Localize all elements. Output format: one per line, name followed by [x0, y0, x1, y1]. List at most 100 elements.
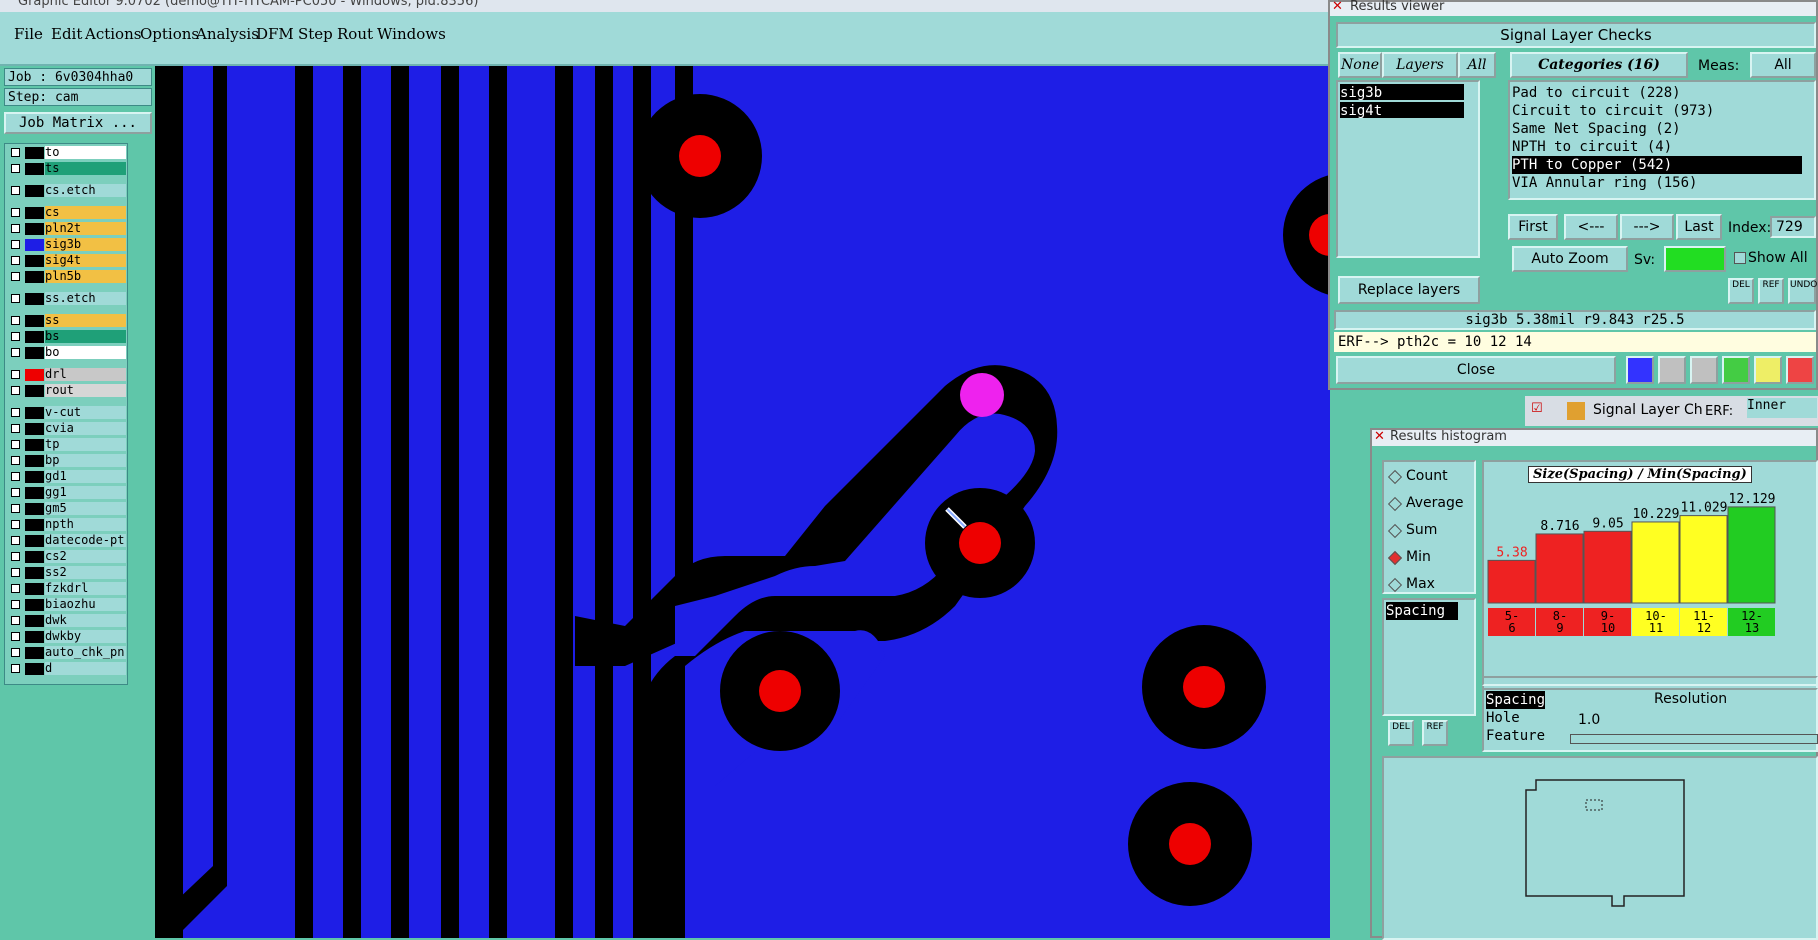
layer-name[interactable]: bs: [45, 330, 126, 343]
option-count[interactable]: Count: [1387, 468, 1448, 485]
layer-name[interactable]: v-cut: [45, 406, 126, 419]
layer-name[interactable]: sig4t: [45, 254, 126, 267]
layer-checkbox[interactable]: [11, 240, 20, 249]
close-x-icon[interactable]: ✕: [1374, 429, 1385, 444]
category-item[interactable]: Circuit to circuit (973): [1512, 102, 1714, 120]
ref-button[interactable]: REF: [1758, 278, 1784, 304]
layer-color-swatch[interactable]: [25, 519, 44, 531]
histogram-bar[interactable]: [1535, 533, 1584, 604]
menu-actions[interactable]: Actions: [85, 25, 141, 43]
layer-name[interactable]: bo: [45, 346, 126, 359]
menu-rout[interactable]: Rout: [337, 25, 373, 43]
layer-list-item[interactable]: sig4t: [1340, 102, 1464, 119]
layer-row[interactable]: dwk: [5, 614, 127, 628]
layer-checkbox[interactable]: [11, 520, 20, 529]
signal-layer-tab[interactable]: ☑ Signal Layer Ch ERF: Inner: [1525, 396, 1818, 426]
measure-item-hole[interactable]: Hole: [1486, 709, 1520, 727]
layer-name[interactable]: gd1: [45, 470, 126, 483]
layer-row[interactable]: tp: [5, 438, 127, 452]
menu-windows[interactable]: Windows: [377, 25, 446, 43]
layer-color-swatch[interactable]: [25, 647, 44, 659]
graphic-canvas[interactable]: [155, 66, 1330, 938]
histogram-bar[interactable]: [1727, 506, 1776, 604]
layer-checkbox[interactable]: [11, 148, 20, 157]
layer-row[interactable]: gd1: [5, 470, 127, 484]
layer-name[interactable]: cvia: [45, 422, 126, 435]
layer-row[interactable]: ss2: [5, 566, 127, 580]
layer-name[interactable]: gg1: [45, 486, 126, 499]
first-button[interactable]: First: [1508, 214, 1558, 240]
layer-row[interactable]: ss: [5, 314, 127, 328]
layer-row[interactable]: gm5: [5, 502, 127, 516]
layer-listbox[interactable]: sig3b sig4t: [1336, 80, 1480, 258]
list-icon[interactable]: [1722, 356, 1750, 384]
field-item-spacing[interactable]: Spacing: [1386, 602, 1458, 620]
layer-name[interactable]: tp: [45, 438, 126, 451]
layer-color-swatch[interactable]: [25, 255, 44, 267]
layer-row[interactable]: cs2: [5, 550, 127, 564]
layer-checkbox[interactable]: [11, 536, 20, 545]
layer-checkbox[interactable]: [11, 408, 20, 417]
layer-name[interactable]: gm5: [45, 502, 126, 515]
layer-checkbox[interactable]: [11, 456, 20, 465]
layer-checkbox[interactable]: [11, 332, 20, 341]
layer-checkbox[interactable]: [11, 488, 20, 497]
layer-checkbox[interactable]: [11, 616, 20, 625]
menu-analysis[interactable]: Analysis: [196, 25, 259, 43]
layer-name[interactable]: auto_chk_pn: [45, 646, 126, 659]
option-min[interactable]: Min: [1387, 549, 1431, 566]
layer-color-swatch[interactable]: [25, 407, 44, 419]
menu-dfm[interactable]: DFM: [256, 25, 294, 43]
close-x-icon[interactable]: ✕: [1332, 0, 1343, 14]
layer-row[interactable]: to: [5, 146, 127, 160]
layer-color-swatch[interactable]: [25, 185, 44, 197]
measure-item-spacing[interactable]: Spacing: [1486, 691, 1546, 709]
layer-name[interactable]: bp: [45, 454, 126, 467]
categories-button[interactable]: Categories (16): [1510, 52, 1688, 78]
layer-row[interactable]: sig4t: [5, 254, 127, 268]
layer-row[interactable]: rout: [5, 384, 127, 398]
layer-color-swatch[interactable]: [25, 487, 44, 499]
layer-row[interactable]: cs.etch: [5, 184, 127, 198]
layer-row[interactable]: npth: [5, 518, 127, 532]
sv-select[interactable]: [1664, 246, 1726, 272]
layer-checkbox[interactable]: [11, 348, 20, 357]
layer-name[interactable]: ss: [45, 314, 126, 327]
layer-checkbox[interactable]: [11, 632, 20, 641]
chart-scrollbar[interactable]: [1482, 676, 1818, 686]
layer-checkbox[interactable]: [11, 584, 20, 593]
layer-row[interactable]: drl: [5, 368, 127, 382]
layer-checkbox[interactable]: [11, 648, 20, 657]
layer-row[interactable]: datecode-pt: [5, 534, 127, 548]
layer-name[interactable]: cs2: [45, 550, 126, 563]
layer-color-swatch[interactable]: [25, 631, 44, 643]
layer-checkbox[interactable]: [11, 272, 20, 281]
layer-color-swatch[interactable]: [25, 271, 44, 283]
menu-edit[interactable]: Edit: [51, 25, 82, 43]
layer-row[interactable]: ss.etch: [5, 292, 127, 306]
layer-checkbox[interactable]: [11, 504, 20, 513]
layers-none-button[interactable]: None: [1338, 52, 1382, 78]
layer-row[interactable]: dwkby: [5, 630, 127, 644]
layer-color-swatch[interactable]: [25, 147, 44, 159]
delete-icon[interactable]: [1690, 356, 1718, 384]
layer-color-swatch[interactable]: [25, 385, 44, 397]
layer-color-swatch[interactable]: [25, 615, 44, 627]
flag-icon[interactable]: [1626, 356, 1654, 384]
layer-color-swatch[interactable]: [25, 423, 44, 435]
layer-color-swatch[interactable]: [25, 503, 44, 515]
layer-color-swatch[interactable]: [25, 551, 44, 563]
layer-color-swatch[interactable]: [25, 599, 44, 611]
layer-row[interactable]: auto_chk_pn: [5, 646, 127, 660]
field-listbox[interactable]: Spacing: [1382, 598, 1476, 716]
layer-list-item[interactable]: sig3b: [1340, 84, 1464, 101]
layer-color-swatch[interactable]: [25, 369, 44, 381]
category-item-selected[interactable]: PTH to Copper (542): [1512, 156, 1802, 174]
layer-color-swatch[interactable]: [25, 439, 44, 451]
layer-name[interactable]: ss.etch: [45, 292, 126, 305]
histogram-bar[interactable]: [1679, 515, 1728, 604]
layer-row[interactable]: fzkdrl: [5, 582, 127, 596]
layer-row[interactable]: cs: [5, 206, 127, 220]
show-all-checkbox[interactable]: [1734, 252, 1746, 264]
layer-row[interactable]: sig3b: [5, 238, 127, 252]
